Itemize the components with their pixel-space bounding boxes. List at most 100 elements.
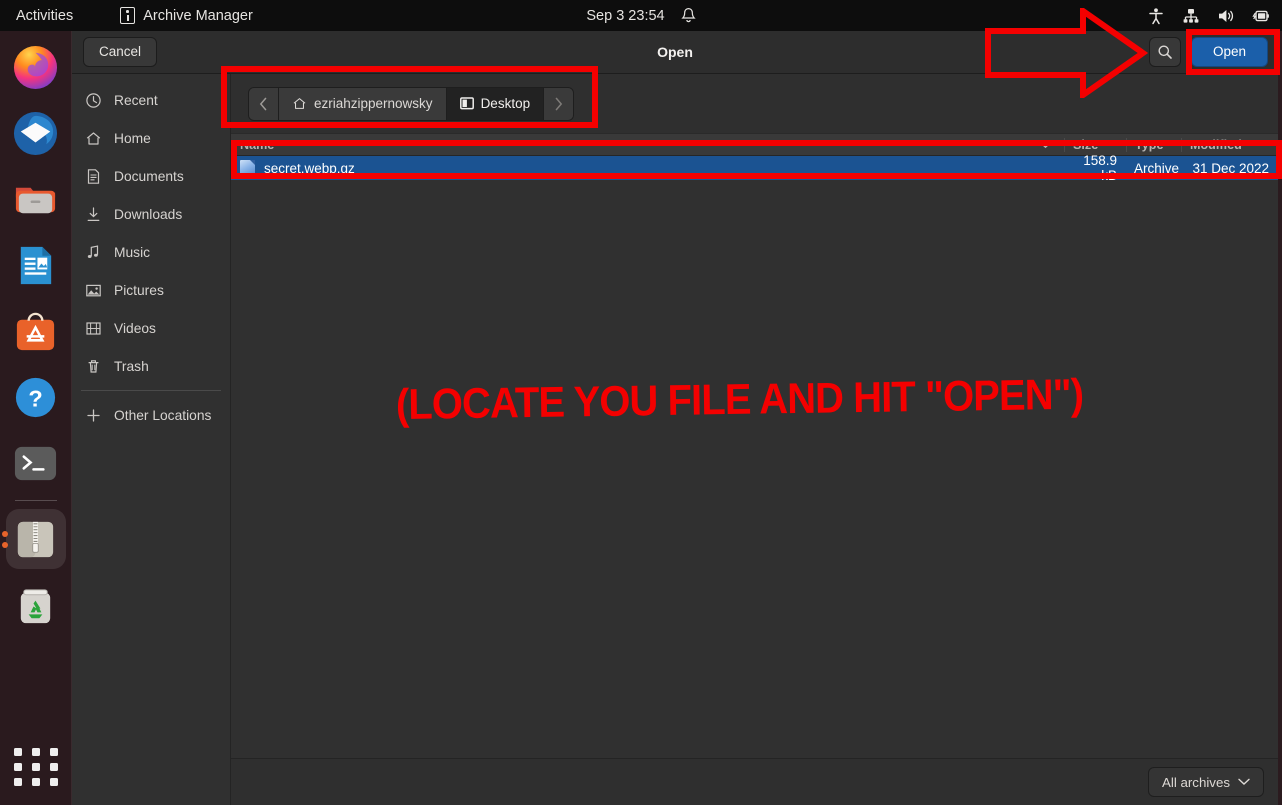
chevron-down-icon bbox=[1238, 778, 1250, 786]
breadcrumb-item-desktop[interactable]: Desktop bbox=[447, 88, 545, 120]
search-icon bbox=[1157, 44, 1173, 60]
chevron-left-icon bbox=[259, 97, 268, 111]
bell-icon[interactable] bbox=[681, 7, 696, 24]
dock-item-files[interactable] bbox=[6, 169, 66, 229]
sidebar-item-label: Trash bbox=[114, 359, 149, 374]
battery-icon[interactable] bbox=[1252, 7, 1270, 25]
column-header-modified[interactable]: Modified bbox=[1181, 138, 1278, 152]
sidebar-item-music[interactable]: Music bbox=[72, 233, 230, 271]
cancel-button[interactable]: Cancel bbox=[83, 37, 157, 67]
impress-icon bbox=[12, 242, 59, 289]
path-forward-button[interactable] bbox=[544, 88, 573, 120]
gnome-top-bar: Activities Archive Manager Sep 3 23:54 bbox=[0, 0, 1282, 31]
archive-file-icon bbox=[240, 160, 255, 177]
sidebar-item-label: Home bbox=[114, 131, 151, 146]
dock-item-archive-manager[interactable] bbox=[6, 509, 66, 569]
network-icon[interactable] bbox=[1182, 7, 1200, 25]
sidebar-item-videos[interactable]: Videos bbox=[72, 309, 230, 347]
activities-button[interactable]: Activities bbox=[16, 8, 73, 24]
trash-icon bbox=[85, 358, 102, 375]
sidebar-divider bbox=[81, 390, 221, 391]
plus-icon bbox=[85, 407, 102, 424]
clock-label[interactable]: Sep 3 23:54 bbox=[586, 8, 664, 24]
file-browser: ezriahzippernowsky Desktop bbox=[231, 74, 1278, 805]
column-label-name: Name bbox=[240, 138, 274, 152]
grid-dot bbox=[32, 748, 40, 756]
show-applications-button[interactable] bbox=[12, 743, 60, 791]
table-row[interactable]: secret.webp.gz 158.9 kB Archive 31 Dec 2… bbox=[231, 156, 1278, 180]
search-button[interactable] bbox=[1149, 37, 1181, 67]
path-back-button[interactable] bbox=[249, 88, 279, 120]
breadcrumb-item-home[interactable]: ezriahzippernowsky bbox=[279, 88, 447, 120]
file-filter-dropdown[interactable]: All archives bbox=[1148, 767, 1264, 797]
file-list: secret.webp.gz 158.9 kB Archive 31 Dec 2… bbox=[231, 156, 1278, 758]
grid-dot bbox=[50, 763, 58, 771]
grid-dot bbox=[14, 748, 22, 756]
document-icon bbox=[85, 168, 102, 185]
download-icon bbox=[85, 206, 102, 223]
sidebar-item-documents[interactable]: Documents bbox=[72, 157, 230, 195]
chevron-right-icon bbox=[554, 97, 563, 111]
image-icon bbox=[85, 282, 102, 299]
trash-icon bbox=[12, 582, 59, 629]
sidebar-item-recent[interactable]: Recent bbox=[72, 81, 230, 119]
volume-icon[interactable] bbox=[1217, 7, 1235, 25]
dock-item-ubuntu-software[interactable] bbox=[6, 301, 66, 361]
grid-dot bbox=[32, 778, 40, 786]
sidebar-item-downloads[interactable]: Downloads bbox=[72, 195, 230, 233]
column-header-name[interactable]: Name bbox=[231, 138, 1064, 152]
sidebar-item-other-locations[interactable]: Other Locations bbox=[72, 396, 230, 434]
sidebar-item-label: Other Locations bbox=[114, 408, 211, 423]
column-header-type[interactable]: Type bbox=[1126, 138, 1181, 152]
files-folder-icon bbox=[12, 176, 59, 223]
sidebar-item-label: Downloads bbox=[114, 207, 182, 222]
firefox-icon bbox=[12, 44, 59, 91]
dock-item-trash[interactable] bbox=[6, 575, 66, 635]
breadcrumb-label: Desktop bbox=[481, 96, 531, 111]
terminal-icon bbox=[12, 440, 59, 487]
places-sidebar: Recent Home bbox=[72, 74, 231, 805]
sidebar-item-home[interactable]: Home bbox=[72, 119, 230, 157]
thunderbird-icon bbox=[12, 110, 59, 157]
help-icon: ? bbox=[12, 374, 59, 421]
desktop-icon bbox=[460, 97, 474, 110]
dialog-header: Cancel Open Open bbox=[72, 31, 1278, 74]
dialog-header-actions: Open bbox=[1149, 37, 1268, 67]
dock-item-firefox[interactable] bbox=[6, 37, 66, 97]
film-icon bbox=[85, 320, 102, 337]
file-modified-cell: 31 Dec 2022 bbox=[1181, 161, 1278, 176]
sidebar-item-label: Documents bbox=[114, 169, 184, 184]
svg-text:?: ? bbox=[28, 385, 42, 411]
column-header-size[interactable]: Size bbox=[1064, 138, 1126, 152]
home-icon bbox=[292, 96, 307, 111]
chevron-down-icon bbox=[1039, 141, 1052, 149]
dock-item-thunderbird[interactable] bbox=[6, 103, 66, 163]
archive-manager-icon bbox=[12, 516, 59, 563]
dialog-body: Recent Home bbox=[72, 74, 1278, 805]
app-menu-archive-manager[interactable]: Archive Manager bbox=[120, 7, 253, 24]
file-filter-label: All archives bbox=[1162, 775, 1230, 790]
dock-separator bbox=[15, 500, 57, 501]
file-name-cell: secret.webp.gz bbox=[231, 160, 1064, 177]
ubuntu-software-icon bbox=[12, 308, 59, 355]
sidebar-item-pictures[interactable]: Pictures bbox=[72, 271, 230, 309]
grid-dot bbox=[14, 763, 22, 771]
sidebar-item-trash[interactable]: Trash bbox=[72, 347, 230, 385]
home-icon bbox=[85, 130, 102, 147]
dock-item-libreoffice-impress[interactable] bbox=[6, 235, 66, 295]
accessibility-icon[interactable] bbox=[1147, 7, 1165, 25]
grid-dot bbox=[14, 778, 22, 786]
path-bar-row: ezriahzippernowsky Desktop bbox=[231, 74, 1278, 133]
ubuntu-dock: ? bbox=[0, 31, 72, 805]
dock-item-help[interactable]: ? bbox=[6, 367, 66, 427]
breadcrumb: ezriahzippernowsky Desktop bbox=[248, 87, 574, 121]
archive-info-icon bbox=[120, 7, 135, 24]
file-type-cell: Archive bbox=[1126, 161, 1181, 176]
dock-item-terminal[interactable] bbox=[6, 433, 66, 493]
open-button[interactable]: Open bbox=[1191, 37, 1268, 67]
dialog-footer: All archives bbox=[231, 758, 1278, 805]
sidebar-item-label: Recent bbox=[114, 93, 158, 108]
grid-dot bbox=[50, 778, 58, 786]
app-menu-label: Archive Manager bbox=[143, 8, 253, 24]
system-tray[interactable] bbox=[1147, 7, 1270, 25]
